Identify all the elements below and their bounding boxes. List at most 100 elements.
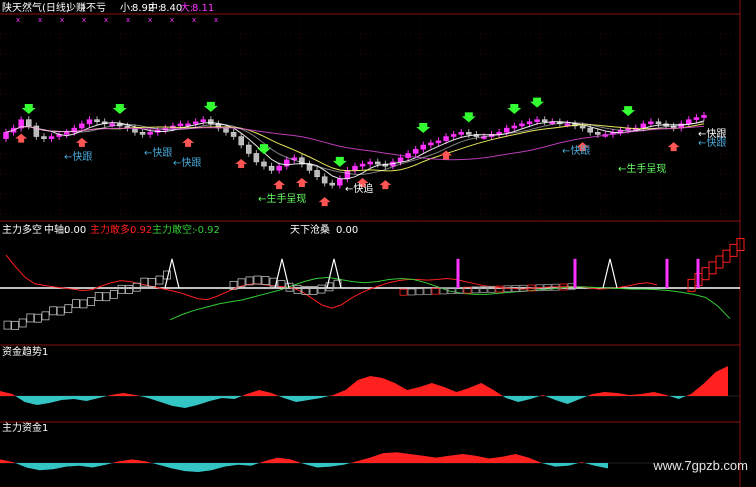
bear-box <box>49 306 57 316</box>
candle-body <box>420 144 427 150</box>
sell-signal-arrow-icon <box>667 142 680 152</box>
candle-body <box>238 136 244 146</box>
panel2-bull-label: 主力敢多: <box>90 223 133 236</box>
moving-average-line <box>5 125 705 161</box>
sell-signal-arrow-icon <box>75 137 88 147</box>
candle-body <box>587 127 593 133</box>
sell-signal-arrow-icon <box>235 159 248 168</box>
sell-signal-arrow-icon <box>379 180 392 190</box>
candle-body <box>94 119 100 122</box>
chart-title: 陕天然气(日线) <box>2 1 70 14</box>
capital-trend-positive-area <box>0 366 728 396</box>
candle-body <box>534 119 540 122</box>
fast-follow-label-4: ←快跟 <box>562 145 590 157</box>
bear-box <box>110 289 118 299</box>
candle-body <box>230 132 237 137</box>
new-hand-label-1: ←生手呈现 <box>258 192 306 205</box>
candle-body <box>26 119 32 127</box>
bear-box <box>72 299 80 309</box>
top-marker: x <box>214 16 218 24</box>
top-marker: x <box>170 16 174 24</box>
status-text: 少赚不亏 <box>66 1 106 14</box>
candle-body <box>139 132 146 135</box>
candle-body <box>48 136 55 139</box>
buy-signal-arrow-icon <box>21 103 36 114</box>
bear-box <box>56 306 65 316</box>
candle-body <box>367 161 373 165</box>
candle-body <box>526 121 533 125</box>
candle-body <box>147 132 153 135</box>
top-marker: x <box>38 16 42 24</box>
bear-box <box>147 278 156 287</box>
bear-box <box>41 311 50 321</box>
candle-body <box>375 161 381 165</box>
buy-signal-arrow-icon <box>416 123 431 133</box>
candle-body <box>579 125 586 129</box>
panel2-extra-value: 0.00 <box>336 225 358 236</box>
candle-body <box>443 136 449 142</box>
bear-box <box>11 320 20 330</box>
neutral-box <box>261 276 270 285</box>
big-value: 8.11 <box>192 3 214 14</box>
bear-box <box>132 282 141 292</box>
candle-body <box>435 140 442 144</box>
peak-triangle <box>602 258 618 289</box>
candle-body <box>314 170 320 177</box>
trend-box <box>415 288 424 296</box>
bear-box <box>18 318 27 328</box>
fast-follow-label-1: ←快跟 <box>64 151 92 163</box>
top-marker: x <box>16 16 20 24</box>
candle-body <box>359 163 366 167</box>
bear-box <box>87 297 95 306</box>
bear-box <box>155 275 164 285</box>
top-marker: x <box>82 16 86 24</box>
candle-body <box>276 165 282 171</box>
candle-body <box>519 123 525 127</box>
candle-body <box>337 178 343 186</box>
candle-body <box>63 132 70 135</box>
bear-box <box>64 304 73 314</box>
bull-stair-box <box>729 243 738 257</box>
buy-signal-arrow-icon <box>203 101 218 112</box>
candle-body <box>466 132 472 135</box>
candle-body <box>41 136 47 139</box>
trend-box <box>423 288 432 295</box>
candle-body <box>428 142 434 146</box>
candle-body <box>412 148 419 154</box>
bear-box <box>102 292 111 302</box>
bull-stair-box <box>722 249 731 263</box>
candle-body <box>511 125 518 129</box>
candle-body <box>648 121 654 125</box>
watermark: www.7gpzb.com <box>653 458 748 473</box>
candle-body <box>329 182 335 186</box>
fast-follow-label-6: ←快跟 <box>698 137 726 149</box>
main-force-long-short-layer <box>0 238 745 330</box>
candle-body <box>450 134 457 137</box>
candle-body <box>640 123 647 129</box>
candle-body <box>693 117 700 120</box>
candle-body <box>177 123 184 127</box>
bull-stair-box <box>708 261 717 275</box>
trend-box <box>431 287 440 295</box>
main-capital-layer <box>0 452 740 472</box>
candle-body <box>200 119 207 122</box>
candle-body <box>458 132 464 135</box>
candle-body <box>253 153 260 163</box>
candle-body <box>268 165 275 171</box>
panel2-extra-label: 天下沧桑 <box>290 223 330 236</box>
neutral-box <box>317 284 326 294</box>
main-capital-positive-area <box>0 452 608 463</box>
candle-body <box>79 123 85 129</box>
candle-body <box>192 121 199 125</box>
buy-signal-arrow-icon <box>461 112 476 123</box>
top-marker: x <box>60 16 64 24</box>
candle-body <box>541 119 548 122</box>
candle-body <box>595 132 601 135</box>
panel2-mid-value: 0.00 <box>64 225 86 236</box>
sell-signal-arrow-icon <box>295 178 308 188</box>
buy-signal-arrow-icon <box>112 103 127 114</box>
fast-chase-label: ←快追 <box>345 182 373 195</box>
sell-signal-arrow-icon <box>15 133 28 143</box>
candle-body <box>686 119 692 125</box>
top-marker: x <box>104 16 108 24</box>
